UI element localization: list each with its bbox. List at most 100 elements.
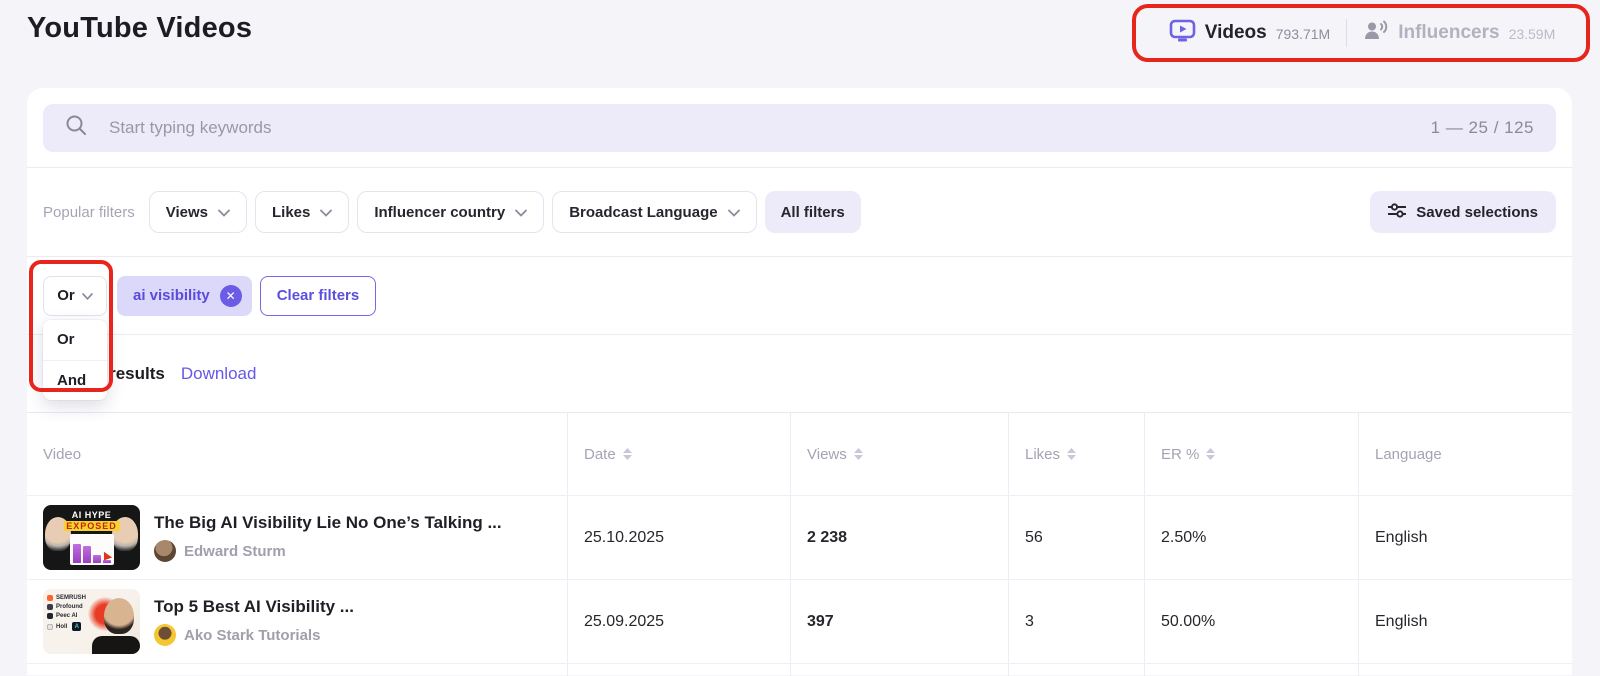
language-cell: English xyxy=(1358,580,1572,663)
search-placeholder: Start typing keywords xyxy=(109,117,272,137)
download-link[interactable]: Download xyxy=(181,364,257,384)
operator-value: Or xyxy=(57,287,75,304)
empty-cell xyxy=(1358,664,1572,676)
all-filters-button[interactable]: All filters xyxy=(764,191,861,233)
channel-line: Ako Stark Tutorials xyxy=(154,624,354,646)
table-row[interactable]: SEMRUSH Profound Peec AI Holl A Top 5 Bes… xyxy=(27,579,1572,663)
filter-influencer-country[interactable]: Influencer country xyxy=(357,191,545,233)
tab-videos[interactable]: Videos 793.71M xyxy=(1169,19,1330,48)
filter-views[interactable]: Views xyxy=(148,191,247,233)
video-title[interactable]: The Big AI Visibility Lie No One’s Talki… xyxy=(154,513,502,533)
column-header-date[interactable]: Date xyxy=(567,413,790,495)
column-header-er[interactable]: ER % xyxy=(1144,413,1358,495)
filter-likes[interactable]: Likes xyxy=(254,191,350,233)
empty-cell xyxy=(567,664,790,676)
saved-selections-button[interactable]: Saved selections xyxy=(1370,191,1556,233)
chevron-down-icon xyxy=(218,204,230,221)
tab-influencers-label: Influencers xyxy=(1398,22,1500,43)
page-title: YouTube Videos xyxy=(27,12,253,44)
channel-avatar xyxy=(154,540,176,562)
date-cell: 25.10.2025 xyxy=(567,496,790,579)
pagination-range: 1 — 25 / 125 xyxy=(1430,117,1534,137)
chevron-down-icon xyxy=(727,204,740,221)
column-header-views[interactable]: Views xyxy=(790,413,1008,495)
thumbnail-shirt xyxy=(92,636,140,654)
all-filters-label: All filters xyxy=(780,203,845,221)
thumbnail-logo: Peec AI xyxy=(56,613,78,619)
channel-avatar xyxy=(154,624,176,646)
empty-cell xyxy=(790,664,1008,676)
table-row-partial xyxy=(27,663,1572,676)
column-header-language: Language xyxy=(1358,413,1572,495)
chevron-down-icon xyxy=(515,204,528,221)
views-cell: 397 xyxy=(790,580,1008,663)
popular-filters-label: Popular filters xyxy=(43,203,135,221)
likes-cell: 3 xyxy=(1008,580,1144,663)
influencers-tab-icon xyxy=(1363,19,1389,48)
video-cell: SEMRUSH Profound Peec AI Holl A Top 5 Bes… xyxy=(27,580,567,663)
video-title[interactable]: Top 5 Best AI Visibility ... xyxy=(154,597,354,617)
table-header: Video Date Views Likes ER % Language xyxy=(27,413,1572,495)
saved-selections-label: Saved selections xyxy=(1416,203,1538,221)
tab-videos-label: Videos xyxy=(1204,22,1267,43)
keyword-chip: ai visibility ✕ xyxy=(117,275,252,316)
thumbnail-logo: Holl xyxy=(56,623,68,630)
filter-influencer-country-label: Influencer country xyxy=(374,203,506,221)
operator-dropdown: Or Or And xyxy=(43,275,107,400)
column-label: Language xyxy=(1375,445,1442,463)
videos-tab-icon xyxy=(1169,19,1196,48)
sort-icon xyxy=(1206,448,1216,460)
empty-cell xyxy=(27,664,567,676)
empty-cell xyxy=(1144,664,1358,676)
operator-select[interactable]: Or xyxy=(43,275,107,316)
column-label: Likes xyxy=(1025,445,1061,463)
likes-cell: 56 xyxy=(1008,496,1144,579)
thumbnail-text: AI HYPE xyxy=(71,510,112,520)
thumbnail-face xyxy=(104,598,134,634)
operator-option-and[interactable]: And xyxy=(43,359,107,400)
video-thumbnail[interactable]: AI HYPE EXPOSED xyxy=(43,505,140,570)
column-header-likes[interactable]: Likes xyxy=(1008,413,1144,495)
column-label: Video xyxy=(43,445,82,463)
language-cell: English xyxy=(1358,496,1572,579)
thumbnail-logo: Profound xyxy=(56,604,83,610)
filter-broadcast-language[interactable]: Broadcast Language xyxy=(552,191,757,233)
views-cell: 2 238 xyxy=(790,496,1008,579)
chevron-down-icon xyxy=(81,287,93,304)
date-cell: 25.09.2025 xyxy=(567,580,790,663)
entity-tabs: Videos 793.71M Influencers 23.59M xyxy=(1136,6,1588,60)
channel-name[interactable]: Edward Sturm xyxy=(184,543,286,560)
filter-likes-label: Likes xyxy=(271,203,311,221)
column-header-video: Video xyxy=(27,413,567,495)
tab-divider xyxy=(1346,19,1348,47)
sort-icon xyxy=(1067,448,1077,460)
main-card: Start typing keywords 1 — 25 / 125 Popul… xyxy=(27,88,1572,676)
chevron-down-icon xyxy=(320,204,333,221)
column-label: Views xyxy=(807,445,847,463)
clear-filters-button[interactable]: Clear filters xyxy=(259,275,377,316)
table-row[interactable]: AI HYPE EXPOSED The Big AI Visibility Li… xyxy=(27,495,1572,579)
video-thumbnail[interactable]: SEMRUSH Profound Peec AI Holl A xyxy=(43,589,140,654)
clear-filters-label: Clear filters xyxy=(276,287,360,304)
keyword-chip-label: ai visibility xyxy=(133,287,210,304)
thumbnail-logo-list: SEMRUSH Profound Peec AI Holl A xyxy=(47,595,86,631)
empty-cell xyxy=(1008,664,1144,676)
video-info: The Big AI Visibility Lie No One’s Talki… xyxy=(154,513,502,562)
column-label: ER % xyxy=(1161,445,1200,463)
filter-views-label: Views xyxy=(165,203,208,221)
channel-name[interactable]: Ako Stark Tutorials xyxy=(184,627,320,644)
close-icon[interactable]: ✕ xyxy=(219,284,242,307)
tab-influencers[interactable]: Influencers 23.59M xyxy=(1363,19,1555,48)
page: YouTube Videos Videos 793.71M Influencer… xyxy=(0,0,1600,676)
operator-option-or[interactable]: Or xyxy=(43,320,107,360)
channel-line: Edward Sturm xyxy=(154,540,502,562)
active-filters-bar: Or Or And ai visibility ✕ Clear filters xyxy=(27,257,1572,400)
thumbnail-text: EXPOSED xyxy=(63,521,120,531)
sort-icon xyxy=(622,448,632,460)
er-cell: 2.50% xyxy=(1144,496,1358,579)
sliders-icon xyxy=(1388,202,1407,222)
video-cell: AI HYPE EXPOSED The Big AI Visibility Li… xyxy=(27,496,567,579)
search-input[interactable]: Start typing keywords 1 — 25 / 125 xyxy=(43,103,1556,152)
er-cell: 50.00% xyxy=(1144,580,1358,663)
search-section: Start typing keywords 1 — 25 / 125 xyxy=(27,88,1572,168)
